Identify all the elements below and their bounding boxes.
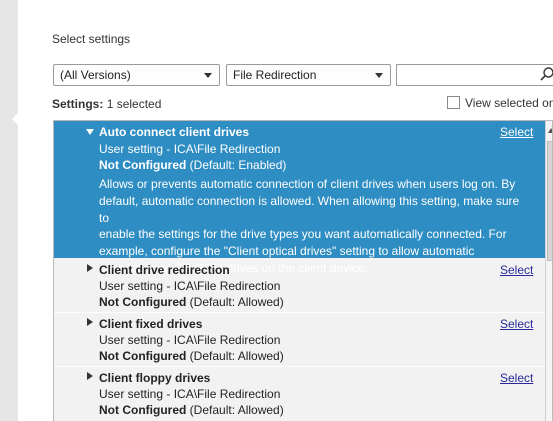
setting-status: Not Configured (Default: Allowed) [99,403,284,417]
category-dropdown-value: File Redirection [233,68,317,82]
setting-status: Not Configured (Default: Enabled) [99,158,286,172]
expand-icon[interactable] [87,264,93,272]
background-area [0,0,18,421]
select-link[interactable]: Select [500,317,533,331]
setting-path: User setting - ICA\File Redirection [99,333,281,347]
setting-status: Not Configured (Default: Allowed) [99,295,284,309]
setting-title: Client drive redirection [99,263,230,277]
list-item[interactable]: Client drive redirection Select User set… [54,259,545,312]
category-dropdown[interactable]: File Redirection [226,64,391,86]
select-link[interactable]: Select [500,371,533,385]
setting-status-value: Not Configured [99,158,187,172]
description-line: example, configure the "Client optical d… [99,244,475,259]
settings-list: Auto connect client drives Select User s… [53,120,553,421]
setting-title: Client floppy drives [99,371,211,385]
list-item[interactable]: Client fixed drives Select User setting … [54,313,545,366]
description-line: Allows or prevents automatic connection … [99,177,516,191]
settings-selected-count: Settings: 1 selected [52,97,161,111]
setting-path: User setting - ICA\File Redirection [99,142,281,156]
setting-status: Not Configured (Default: Allowed) [99,349,284,363]
version-dropdown-value: (All Versions) [60,68,131,82]
chevron-down-icon [204,73,212,78]
scroll-up-icon[interactable] [548,128,552,133]
setting-default: (Default: Enabled) [189,158,287,172]
search-input[interactable] [396,64,553,86]
scroll-thumb[interactable] [547,141,552,261]
setting-default: (Default: Allowed) [189,403,284,417]
select-link[interactable]: Select [500,125,533,139]
setting-title: Auto connect client drives [99,125,250,139]
panel-pointer [12,112,19,126]
expand-icon[interactable] [87,318,93,326]
page-title: Select settings [52,32,131,46]
setting-default: (Default: Allowed) [189,295,284,309]
version-dropdown[interactable]: (All Versions) [53,64,220,86]
view-selected-checkbox[interactable] [447,96,460,109]
view-selected-label: View selected on [465,96,553,110]
setting-default: (Default: Allowed) [189,349,284,363]
view-selected-toggle[interactable]: View selected on [447,96,553,110]
list-item[interactable]: Auto connect client drives Select User s… [54,121,545,275]
chevron-down-icon [375,73,383,78]
setting-path: User setting - ICA\File Redirection [99,279,281,293]
description-line: default, automatic connection is allowed… [99,193,520,225]
expand-icon[interactable] [87,372,93,380]
settings-count-label: Settings: [52,97,104,111]
setting-status-value: Not Configured [99,403,187,417]
search-icon[interactable] [539,66,553,82]
setting-status-value: Not Configured [99,295,187,309]
select-link[interactable]: Select [500,263,533,277]
list-scrollbar[interactable] [545,121,552,421]
setting-path: User setting - ICA\File Redirection [99,387,281,401]
setting-status-value: Not Configured [99,349,187,363]
list-item[interactable]: Client floppy drives Select User setting… [54,367,545,421]
collapse-icon[interactable] [86,129,94,135]
settings-count-value: 1 selected [106,97,162,111]
description-line: enable the settings for the drive types … [99,227,507,242]
setting-title: Client fixed drives [99,317,203,331]
